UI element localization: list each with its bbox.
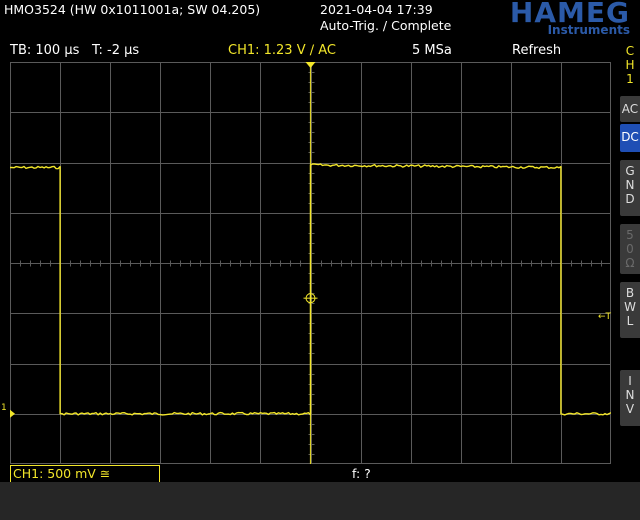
logo-subtitle: Instruments [547, 23, 630, 37]
datetime-readout: 2021-04-04 17:39 [320, 2, 433, 17]
frequency-readout: f: ? [352, 466, 371, 481]
channel-tab-letter: C [625, 44, 635, 58]
ch1-trigger-readout[interactable]: CH1: 1.23 V ∕ AC [228, 43, 336, 58]
coupling-button-label: B W L [624, 286, 636, 328]
instrument-model: HMO3524 (HW 0x1011001a; SW 04.205) [4, 2, 261, 17]
channel-tab-letter: 1 [626, 72, 634, 86]
coupling-button-bwl[interactable]: B W L [620, 282, 640, 338]
waveform-display[interactable] [10, 62, 611, 464]
coupling-button-label: G N D [625, 164, 635, 206]
timebase-readout[interactable]: TB: 100 µs [10, 43, 79, 58]
sample-rate-readout: 5 MSa [412, 43, 452, 58]
channel-tab-letter: H [625, 58, 635, 72]
acquisition-mode-readout[interactable]: Refresh [512, 43, 561, 58]
coupling-button-label: DC [621, 130, 639, 144]
trigger-time-readout[interactable]: T: -2 µs [92, 43, 139, 58]
ground-arrow [10, 409, 15, 418]
acquisition-info-bar: TB: 100 µs T: -2 µs CH1: 1.23 V ∕ AC 5 M… [0, 41, 616, 61]
coupling-button-inv[interactable]: I N V [620, 370, 640, 426]
coupling-button-gnd[interactable]: G N D [620, 160, 640, 216]
trigger-level-marker: ←T [598, 312, 612, 322]
trigger-status: Auto-Trig. / Complete [320, 18, 452, 33]
ground-marker: 1 [1, 403, 7, 413]
channel-tab[interactable]: C H 1 [620, 44, 640, 92]
hameg-logo: HAMEG Instruments [452, 0, 638, 37]
coupling-button-ac[interactable]: AC [620, 96, 640, 122]
softkey-strip [0, 482, 640, 520]
coupling-button-dc[interactable]: DC [620, 124, 640, 152]
coupling-button-label: 5 0 Ω [625, 228, 635, 270]
ch1-scale-readout[interactable]: CH1: 500 mV ≅ [10, 465, 160, 483]
coupling-button-50[interactable]: 5 0 Ω [620, 224, 640, 274]
coupling-button-label: I N V [625, 374, 635, 416]
coupling-button-label: AC [621, 102, 639, 116]
trigger-position-arrow [305, 62, 316, 68]
